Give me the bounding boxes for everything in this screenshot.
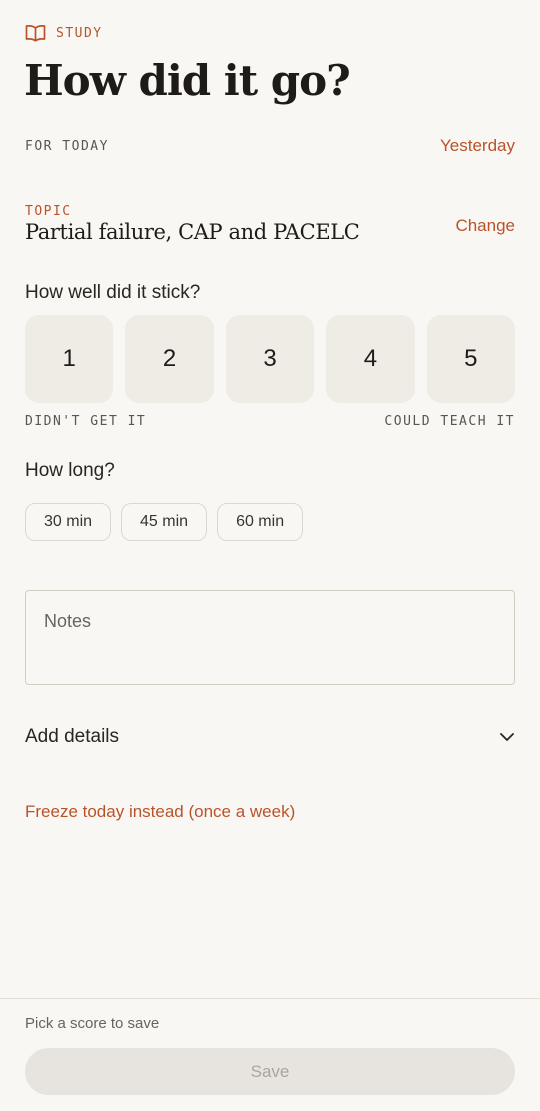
score-button-1[interactable]: 1 bbox=[25, 315, 114, 403]
eyebrow-label: STUDY bbox=[56, 25, 103, 41]
duration-chip-60[interactable]: 60 min bbox=[217, 503, 304, 541]
freeze-today-link[interactable]: Freeze today instead (once a week) bbox=[25, 802, 295, 822]
topic-label: TOPIC bbox=[25, 204, 72, 219]
book-icon bbox=[25, 25, 46, 42]
page-title: How did it go? bbox=[24, 56, 351, 105]
notes-input[interactable] bbox=[25, 590, 515, 685]
scale-high-label: COULD TEACH IT bbox=[384, 414, 515, 429]
duration-options: 30 min 45 min 60 min bbox=[25, 503, 304, 541]
score-button-3[interactable]: 3 bbox=[225, 315, 315, 403]
add-details-label: Add details bbox=[25, 726, 120, 747]
duration-chip-45[interactable]: 45 min bbox=[121, 503, 208, 541]
date-label: FOR TODAY bbox=[25, 139, 109, 154]
study-eyebrow: STUDY bbox=[25, 23, 103, 43]
scale-low-label: DIDN'T GET IT bbox=[25, 414, 147, 429]
save-footer: Pick a score to save Save bbox=[0, 998, 540, 1111]
score-selector: 1 2 3 4 5 bbox=[25, 315, 516, 403]
duration-question: How long? bbox=[25, 460, 115, 481]
score-button-2[interactable]: 2 bbox=[125, 315, 214, 403]
yesterday-link[interactable]: Yesterday bbox=[440, 136, 515, 156]
rating-question: How well did it stick? bbox=[25, 282, 201, 303]
topic-value: Partial failure, CAP and PACELC bbox=[25, 220, 360, 244]
duration-chip-30[interactable]: 30 min bbox=[25, 503, 112, 541]
save-hint: Pick a score to save bbox=[25, 1015, 160, 1032]
score-button-5[interactable]: 5 bbox=[426, 315, 516, 403]
log-session-screen: STUDY How did it go? FOR TODAY Yesterday… bbox=[0, 0, 540, 1111]
score-button-4[interactable]: 4 bbox=[326, 315, 415, 403]
chevron-down-icon bbox=[500, 733, 514, 741]
change-topic-link[interactable]: Change bbox=[455, 216, 515, 236]
save-button[interactable]: Save bbox=[25, 1048, 515, 1095]
add-details-toggle[interactable]: Add details bbox=[25, 722, 515, 752]
